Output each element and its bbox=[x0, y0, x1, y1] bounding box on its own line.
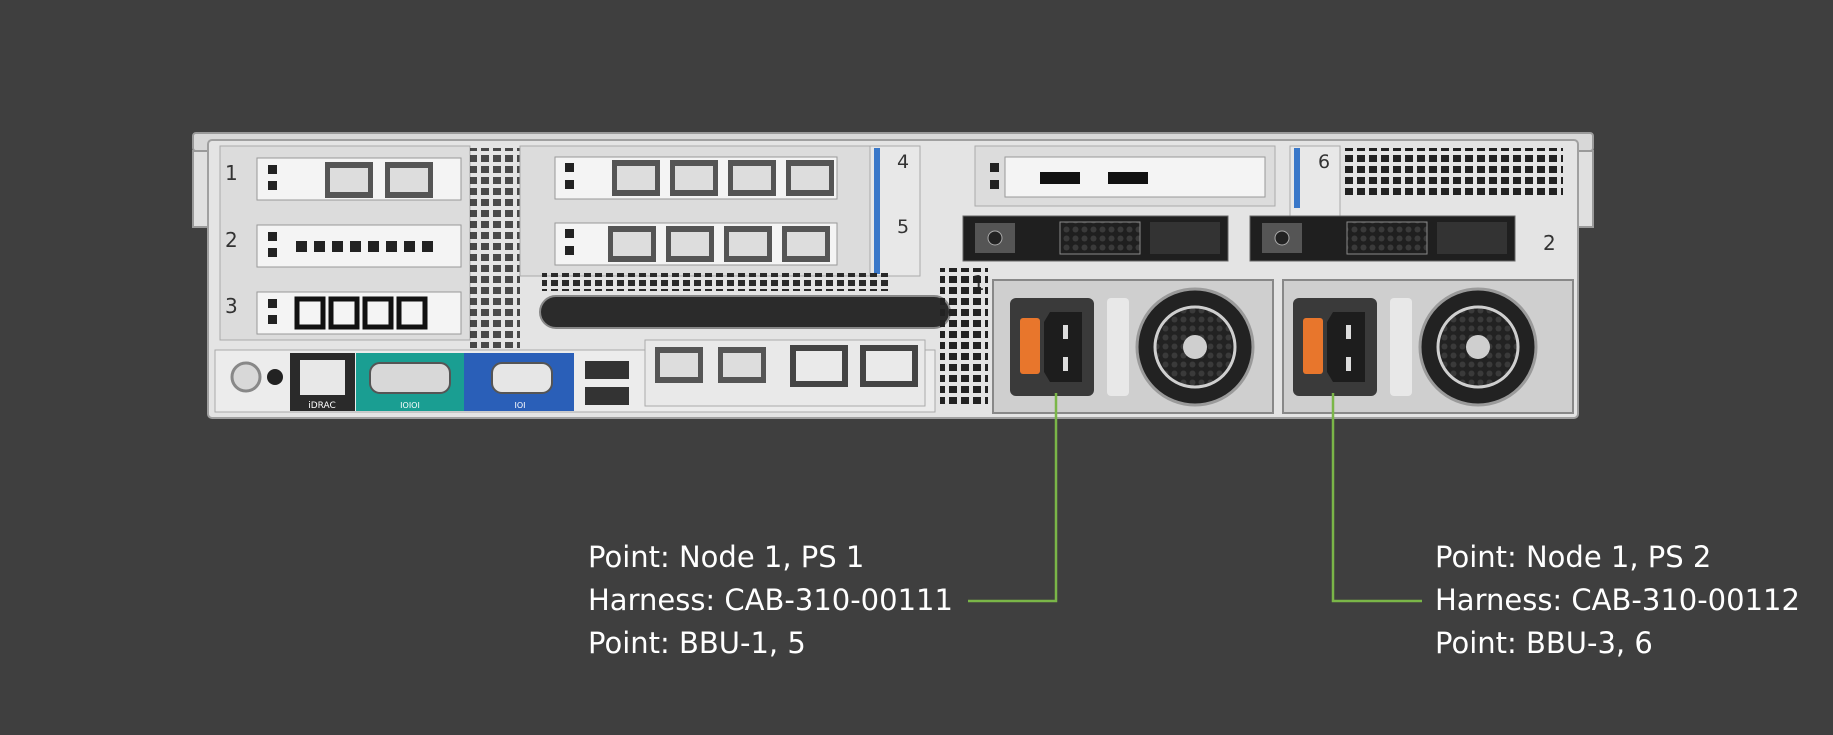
callout-ps2: Point: Node 1, PS 2 Harness: CAB-310-001… bbox=[1435, 536, 1800, 665]
io-panel: iDRAC IOIOI IOI bbox=[214, 339, 936, 413]
riser-center: 4 5 bbox=[519, 145, 921, 277]
vent-lower-middle bbox=[940, 268, 988, 408]
vga-label: IOI bbox=[514, 401, 525, 410]
slot-5-number: 5 bbox=[897, 216, 909, 238]
psu-2-number: 2 bbox=[1543, 231, 1556, 255]
connector-line-ps1 bbox=[968, 393, 1058, 603]
vent-column bbox=[470, 148, 520, 348]
callout-ps1-point-b: Point: BBU-1, 5 bbox=[588, 626, 806, 660]
usb-port-2[interactable] bbox=[585, 387, 629, 405]
serial-label: IOIOI bbox=[400, 401, 420, 410]
callout-ps1-point-a: Point: Node 1, PS 1 bbox=[588, 540, 865, 574]
slot-4-number: 4 bbox=[897, 151, 909, 173]
connector-line-ps2 bbox=[1331, 393, 1422, 603]
riser-left: 1 2 3 bbox=[219, 145, 471, 341]
power-button[interactable] bbox=[230, 361, 262, 393]
slot-2-number: 2 bbox=[225, 228, 238, 252]
callout-ps2-point-b: Point: BBU-3, 6 bbox=[1435, 626, 1653, 660]
power-supply-1 bbox=[992, 279, 1274, 414]
pcie-card-slot-1 bbox=[256, 157, 462, 201]
power-supply-2 bbox=[1282, 279, 1574, 414]
usb-port-1[interactable] bbox=[585, 361, 629, 379]
network-daughter-card bbox=[644, 339, 926, 407]
idrac-label: iDRAC bbox=[308, 401, 336, 411]
slot-1-number: 1 bbox=[225, 161, 238, 185]
pcie-card-slot-2 bbox=[256, 224, 462, 268]
slot-3-number: 3 bbox=[225, 294, 238, 318]
pcie-card-center-lower bbox=[554, 222, 838, 266]
psu-2-latch[interactable] bbox=[1303, 318, 1323, 374]
psu-1-latch[interactable] bbox=[1020, 318, 1040, 374]
slot-6-number: 6 bbox=[1318, 151, 1330, 173]
callout-ps2-harness: Harness: CAB-310-00112 bbox=[1435, 583, 1800, 617]
callout-ps2-point-a: Point: Node 1, PS 2 bbox=[1435, 540, 1712, 574]
pcie-card-slot-3 bbox=[256, 291, 462, 335]
vent-top-right bbox=[1345, 148, 1563, 196]
callout-ps1: Point: Node 1, PS 1 Harness: CAB-310-001… bbox=[588, 536, 953, 665]
callout-ps1-harness: Harness: CAB-310-00111 bbox=[588, 583, 953, 617]
pcie-card-center-upper bbox=[554, 156, 838, 200]
vent-bar bbox=[539, 273, 951, 329]
